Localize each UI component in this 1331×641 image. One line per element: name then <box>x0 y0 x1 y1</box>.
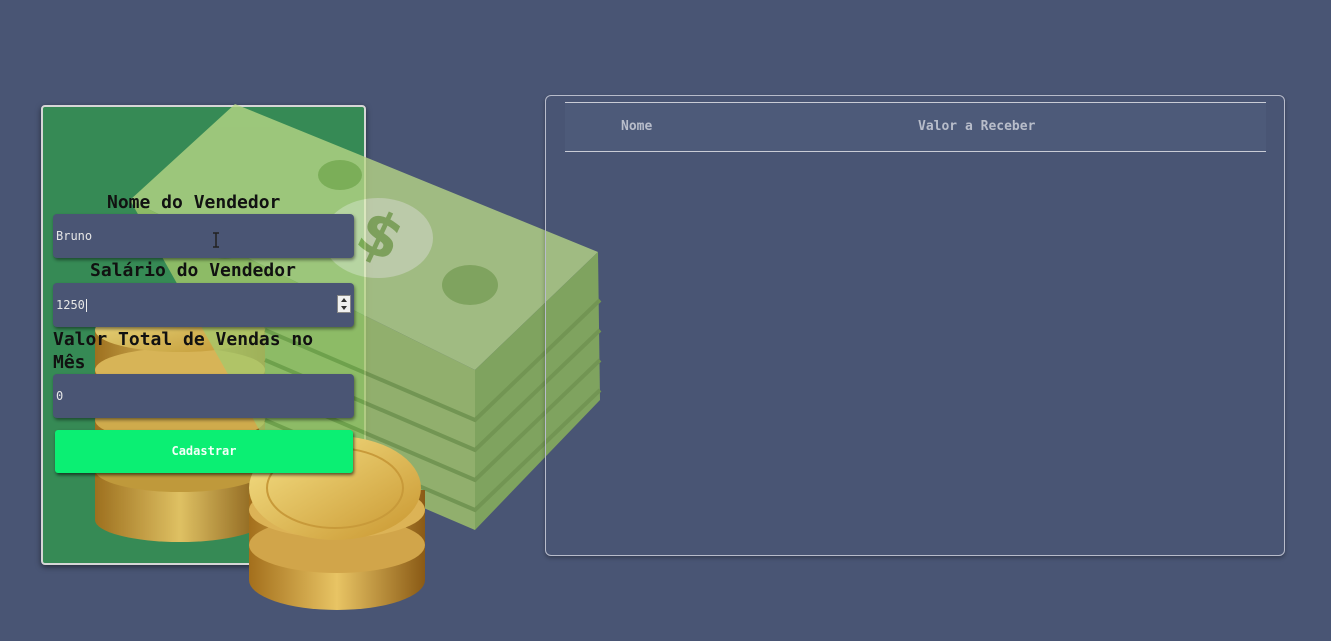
column-header-nome: Nome <box>621 119 653 134</box>
seller-salary-label: Salário do Vendedor <box>90 260 296 281</box>
table-header-row: Nome Valor a Receber <box>565 102 1266 152</box>
text-caret <box>85 299 87 312</box>
total-sales-label-line1: Valor Total de Vendas no <box>53 329 314 350</box>
total-sales-input[interactable]: 0 <box>53 374 354 418</box>
results-table-card <box>545 95 1285 556</box>
seller-name-input[interactable]: Bruno <box>53 214 354 258</box>
number-spinner-icon[interactable] <box>337 295 351 313</box>
column-header-valor-a-receber: Valor a Receber <box>918 119 1036 134</box>
seller-name-label: Nome do Vendedor <box>107 192 281 213</box>
total-sales-label: Valor Total de Vendas no Mês <box>53 328 313 374</box>
text-cursor-icon <box>213 232 219 248</box>
total-sales-value: 0 <box>56 389 64 403</box>
seller-salary-input[interactable]: 1250 <box>53 283 354 327</box>
cadastrar-button[interactable]: Cadastrar <box>55 430 353 473</box>
seller-salary-value: 1250 <box>56 298 85 312</box>
total-sales-label-line2: Mês <box>53 352 86 373</box>
seller-name-value: Bruno <box>56 229 93 243</box>
